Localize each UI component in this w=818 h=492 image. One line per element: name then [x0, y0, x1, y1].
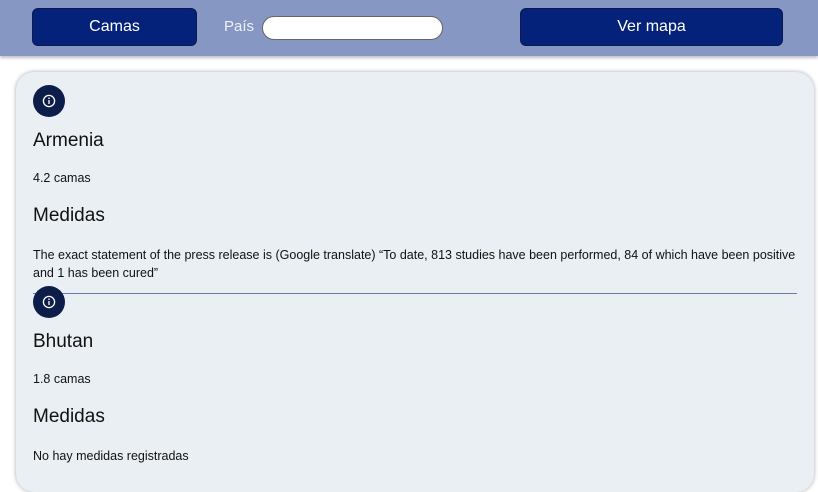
country-name: Armenia: [33, 130, 104, 151]
camas-value: 1.8 camas: [33, 372, 91, 386]
pais-label: País: [224, 18, 255, 35]
info-icon[interactable]: [33, 286, 65, 318]
medidas-text: No hay medidas registradas: [33, 449, 189, 463]
camas-button[interactable]: Camas: [32, 8, 197, 46]
country-name: Bhutan: [33, 331, 94, 352]
ver-mapa-button[interactable]: Ver mapa: [520, 8, 783, 46]
medidas-heading: Medidas: [33, 205, 105, 226]
pais-search-input[interactable]: [262, 16, 443, 40]
info-icon[interactable]: [33, 85, 65, 117]
top-bar: Camas País Ver mapa: [0, 0, 818, 56]
medidas-heading: Medidas: [33, 406, 105, 427]
medidas-text: The exact statement of the press release…: [33, 248, 796, 280]
country-list-panel[interactable]: Armenia 4.2 camas Medidas The exact stat…: [16, 72, 814, 492]
card-divider: [33, 293, 797, 294]
camas-value: 4.2 camas: [33, 171, 91, 185]
